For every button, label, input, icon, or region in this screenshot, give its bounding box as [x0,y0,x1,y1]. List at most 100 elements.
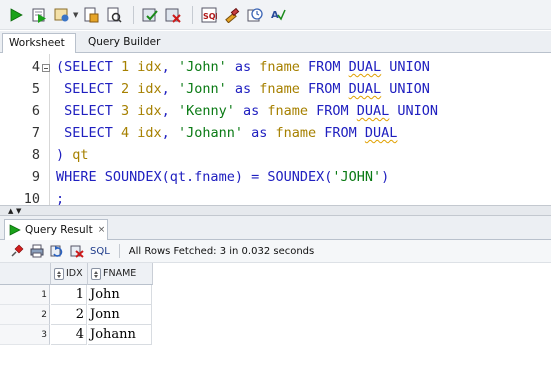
result-tabs: Query Result × [0,216,551,240]
code-token: 'John' [177,59,227,75]
clear-icon[interactable] [222,5,242,25]
code-line[interactable]: 8 ) qt [0,145,551,167]
line-number: 10 [23,191,40,205]
code-token: 'Jonn' [177,81,227,97]
code-token: DUAL [364,125,398,141]
code-token: SELECT [56,81,122,97]
code-token: ) [56,147,73,163]
unshared-sql-icon[interactable]: SQL [199,5,219,25]
table-row[interactable]: 1 1 John [0,285,160,305]
code-token: 'JOHN' [332,169,382,185]
code-token: DUAL [348,59,382,75]
fold-toggle-icon[interactable] [42,64,50,72]
autotrace-icon[interactable] [52,5,72,25]
column-header-fname[interactable]: FNAME [88,263,153,285]
code-line[interactable]: 6 SELECT 3 idx, 'Kenny' as fname FROM DU… [0,101,551,123]
code-token: DUAL [356,103,390,119]
code-token: fname [259,81,300,97]
code-text[interactable]: SELECT 2 idx, 'Jonn' as fname FROM DUAL … [56,81,430,97]
code-line[interactable]: 4 (SELECT 1 idx, 'John' as fname FROM DUA… [0,57,551,79]
code-text[interactable]: SELECT 4 idx, 'Johann' as fname FROM DUA… [56,125,397,141]
table-row[interactable]: 3 4 Johann [0,325,160,345]
code-token: ) [381,169,390,185]
cell-fname[interactable]: John [88,285,152,305]
cell-idx[interactable]: 2 [51,305,87,325]
code-token: DUAL [348,81,382,97]
code-token: UNION [381,59,430,75]
sql-button[interactable]: SQL [90,246,110,257]
rollback-icon[interactable] [163,5,183,25]
query-result-icon [9,224,21,236]
line-number: 9 [31,169,40,185]
fetch-status: All Rows Fetched: 3 in 0.032 seconds [128,245,315,257]
explain-plan-icon[interactable] [81,5,101,25]
cell-fname[interactable]: Johann [88,325,152,345]
pane-splitter[interactable]: ▲ ▼ [0,205,551,216]
autotrace-dropdown-icon[interactable]: ▼ [73,11,78,19]
row-number: 1 [0,285,50,305]
splitter-down-icon[interactable]: ▼ [16,207,21,215]
svg-text:SQL: SQL [203,12,217,21]
run-statement-icon[interactable] [6,5,26,25]
code-token: fname [259,59,300,75]
toolbar-separator [133,5,135,24]
sort-icon[interactable] [91,267,101,280]
code-token: FROM [308,103,357,119]
line-number: 7 [31,125,40,141]
format-icon[interactable]: A [268,5,288,25]
table-row[interactable]: 2 2 Jonn [0,305,160,325]
refresh-icon[interactable] [48,242,66,260]
code-token: fname [275,125,317,141]
code-token: 'Kenny' [177,103,235,119]
sql-tuning-icon[interactable] [104,5,124,25]
query-result-label: Query Result [25,224,93,236]
cell-idx[interactable]: 4 [51,325,87,345]
line-number: 8 [31,147,40,163]
code-line[interactable]: 7 SELECT 4 idx, 'Johann' as fname FROM D… [0,123,551,145]
commit-icon[interactable] [140,5,160,25]
code-token: , [161,81,178,97]
code-token: as [242,125,276,141]
code-token: SELECT [56,103,122,119]
code-text[interactable]: ; [56,191,64,205]
main-toolbar: ▼ SQL A [0,0,551,30]
pin-icon[interactable] [8,242,26,260]
code-text[interactable]: WHERE SOUNDEX(qt.fname) = SOUNDEX('JOHN'… [56,169,389,185]
code-token: as [234,103,268,119]
close-icon[interactable]: × [98,225,106,235]
code-token: 3 idx [121,103,162,119]
code-line[interactable]: 9 WHERE SOUNDEX(qt.fname) = SOUNDEX('JOHN… [0,167,551,189]
tab-worksheet[interactable]: Worksheet [2,33,76,53]
worksheet-tabs: Worksheet Query Builder [0,31,551,53]
code-token: as [226,59,260,75]
tab-query-builder[interactable]: Query Builder [82,33,166,53]
code-line[interactable]: 5 SELECT 2 idx, 'Jonn' as fname FROM DUA… [0,79,551,101]
row-number: 2 [0,305,50,325]
toolbar-separator [192,5,194,24]
row-number-header [0,263,51,285]
column-header-label: FNAME [103,268,137,279]
column-header-idx[interactable]: IDX [51,263,88,285]
code-token: (SELECT [56,59,122,75]
code-token: qt.fname [169,169,235,185]
code-text[interactable]: (SELECT 1 idx, 'John' as fname FROM DUAL… [56,59,430,75]
code-token: 'Johann' [177,125,243,141]
code-token: fname [267,103,308,119]
history-icon[interactable] [245,5,265,25]
cell-idx[interactable]: 1 [51,285,87,305]
code-token: as [226,81,260,97]
tab-query-result[interactable]: Query Result × [4,219,108,240]
print-icon[interactable] [28,242,46,260]
result-grid[interactable]: IDX FNAME 1 1 John 2 2 Jonn 3 4 Johann [0,263,551,367]
cancel-fetch-icon[interactable] [68,242,86,260]
splitter-up-icon[interactable]: ▲ [8,207,13,215]
run-script-icon[interactable] [29,5,49,25]
code-text[interactable]: ) qt [56,147,89,163]
line-number: 5 [31,81,40,97]
code-line[interactable]: 10; [0,189,551,205]
sort-icon[interactable] [54,267,64,280]
sql-editor[interactable]: 4 (SELECT 1 idx, 'John' as fname FROM DUA… [0,54,551,205]
cell-fname[interactable]: Jonn [88,305,152,325]
code-token: ) = SOUNDEX( [234,169,333,185]
code-text[interactable]: SELECT 3 idx, 'Kenny' as fname FROM DUAL… [56,103,438,119]
